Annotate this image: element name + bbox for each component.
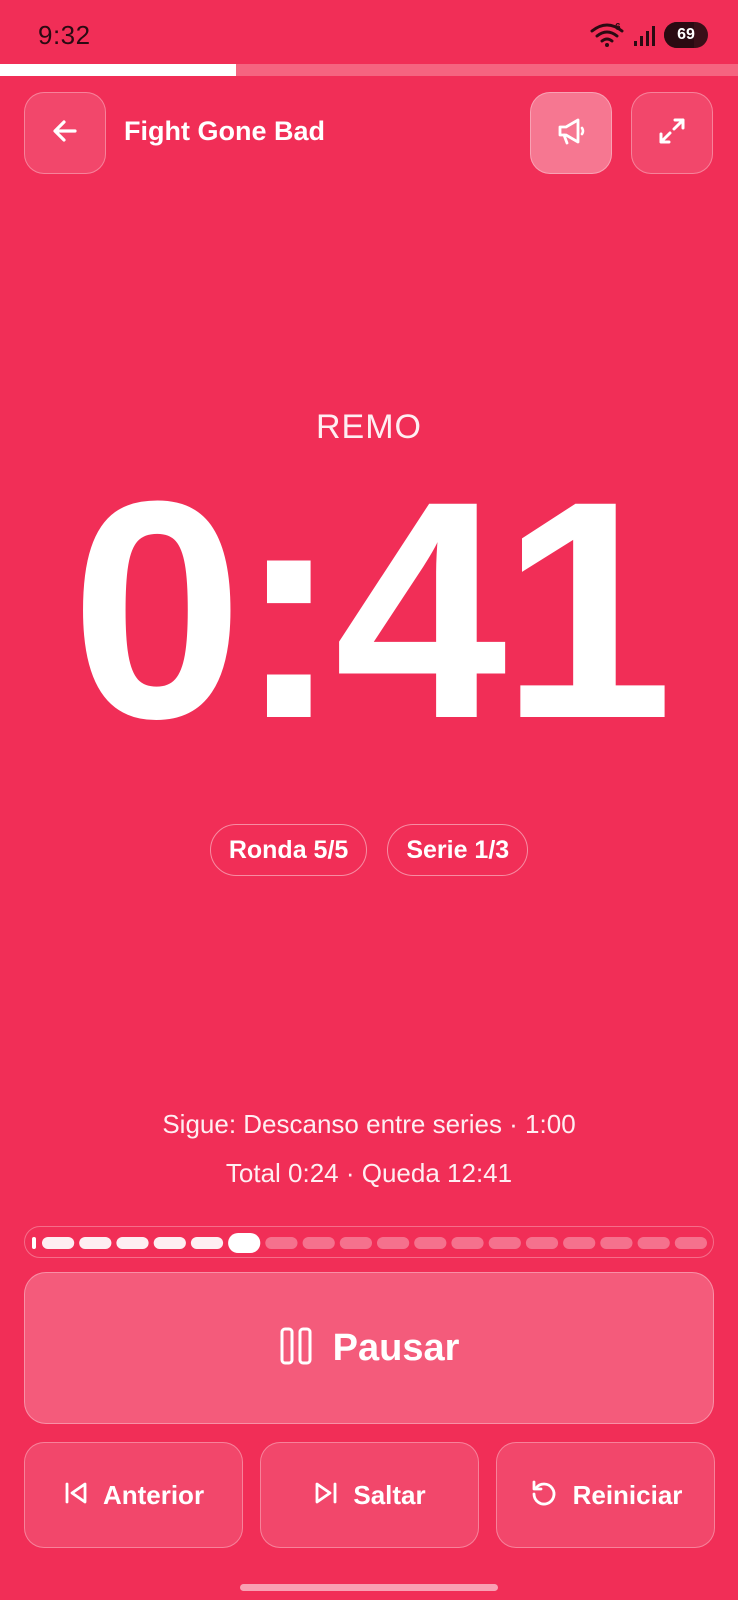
restart-icon [529, 1478, 559, 1513]
interval-segment-pending [637, 1237, 670, 1249]
home-indicator [240, 1584, 498, 1591]
interval-segment-done [42, 1237, 75, 1249]
arrow-left-icon [50, 116, 80, 151]
skip-next-icon [313, 1480, 339, 1511]
interval-segment-current [228, 1233, 261, 1253]
restart-button[interactable]: Reiniciar [496, 1442, 715, 1548]
pause-label: Pausar [332, 1326, 460, 1369]
counter-chips: Ronda 5/5 Serie 1/3 [0, 824, 738, 876]
status-bar: 9:32 6 69 [0, 0, 738, 64]
workout-title: Fight Gone Bad [124, 116, 325, 146]
battery-icon: 69 [664, 22, 708, 48]
back-button[interactable] [24, 92, 106, 174]
interval-segment-done [153, 1237, 186, 1249]
wifi-icon: 6 [590, 22, 626, 48]
interval-segment-pending [600, 1237, 633, 1249]
expand-icon [655, 114, 689, 153]
previous-label: Anterior [102, 1479, 205, 1510]
megaphone-icon [553, 113, 589, 154]
pause-button[interactable]: Pausar [24, 1272, 714, 1424]
interval-segment-pending [674, 1237, 707, 1249]
workout-progress-fill [0, 64, 237, 76]
battery-level: 69 [677, 26, 695, 43]
interval-segment-pending [302, 1237, 335, 1249]
countdown-timer: 0:41 [70, 436, 673, 783]
wifi-badge: 6 [615, 22, 621, 33]
previous-button[interactable]: Anterior [24, 1442, 243, 1548]
signal-icon [632, 23, 658, 47]
interval-segment-pending [525, 1237, 559, 1249]
workout-progress-bar [0, 64, 738, 76]
interval-segment-pending [377, 1237, 410, 1249]
set-chip: Serie 1/3 [387, 824, 529, 876]
interval-segment-pending [563, 1237, 596, 1249]
interval-segment-done [79, 1237, 112, 1249]
voice-announce-button[interactable] [530, 92, 612, 174]
next-interval-text: Sigue: Descanso entre series · 1:00 [162, 1109, 576, 1139]
interval-segment-pending [265, 1237, 298, 1249]
skip-button[interactable]: Saltar [260, 1442, 479, 1548]
interval-progress [24, 1226, 714, 1258]
interval-segment-pending [339, 1237, 372, 1249]
pause-icon [279, 1326, 313, 1371]
status-time: 9:32 [38, 20, 91, 50]
interval-segments [32, 1233, 707, 1253]
fullscreen-button[interactable] [631, 92, 713, 174]
status-icons: 6 69 [590, 22, 708, 48]
skip-previous-icon [63, 1480, 89, 1511]
total-time-text: Total 0:24 · Queda 12:41 [225, 1158, 513, 1188]
interval-segment-done [116, 1237, 149, 1249]
interval-start-tick [32, 1237, 36, 1249]
round-chip: Ronda 5/5 [209, 824, 368, 876]
restart-label: Reiniciar [572, 1479, 683, 1510]
skip-label: Saltar [353, 1479, 426, 1510]
interval-segment-pending [451, 1237, 484, 1249]
interval-segment-done [190, 1237, 224, 1249]
interval-segment-pending [414, 1237, 447, 1249]
interval-segment-pending [488, 1237, 521, 1249]
